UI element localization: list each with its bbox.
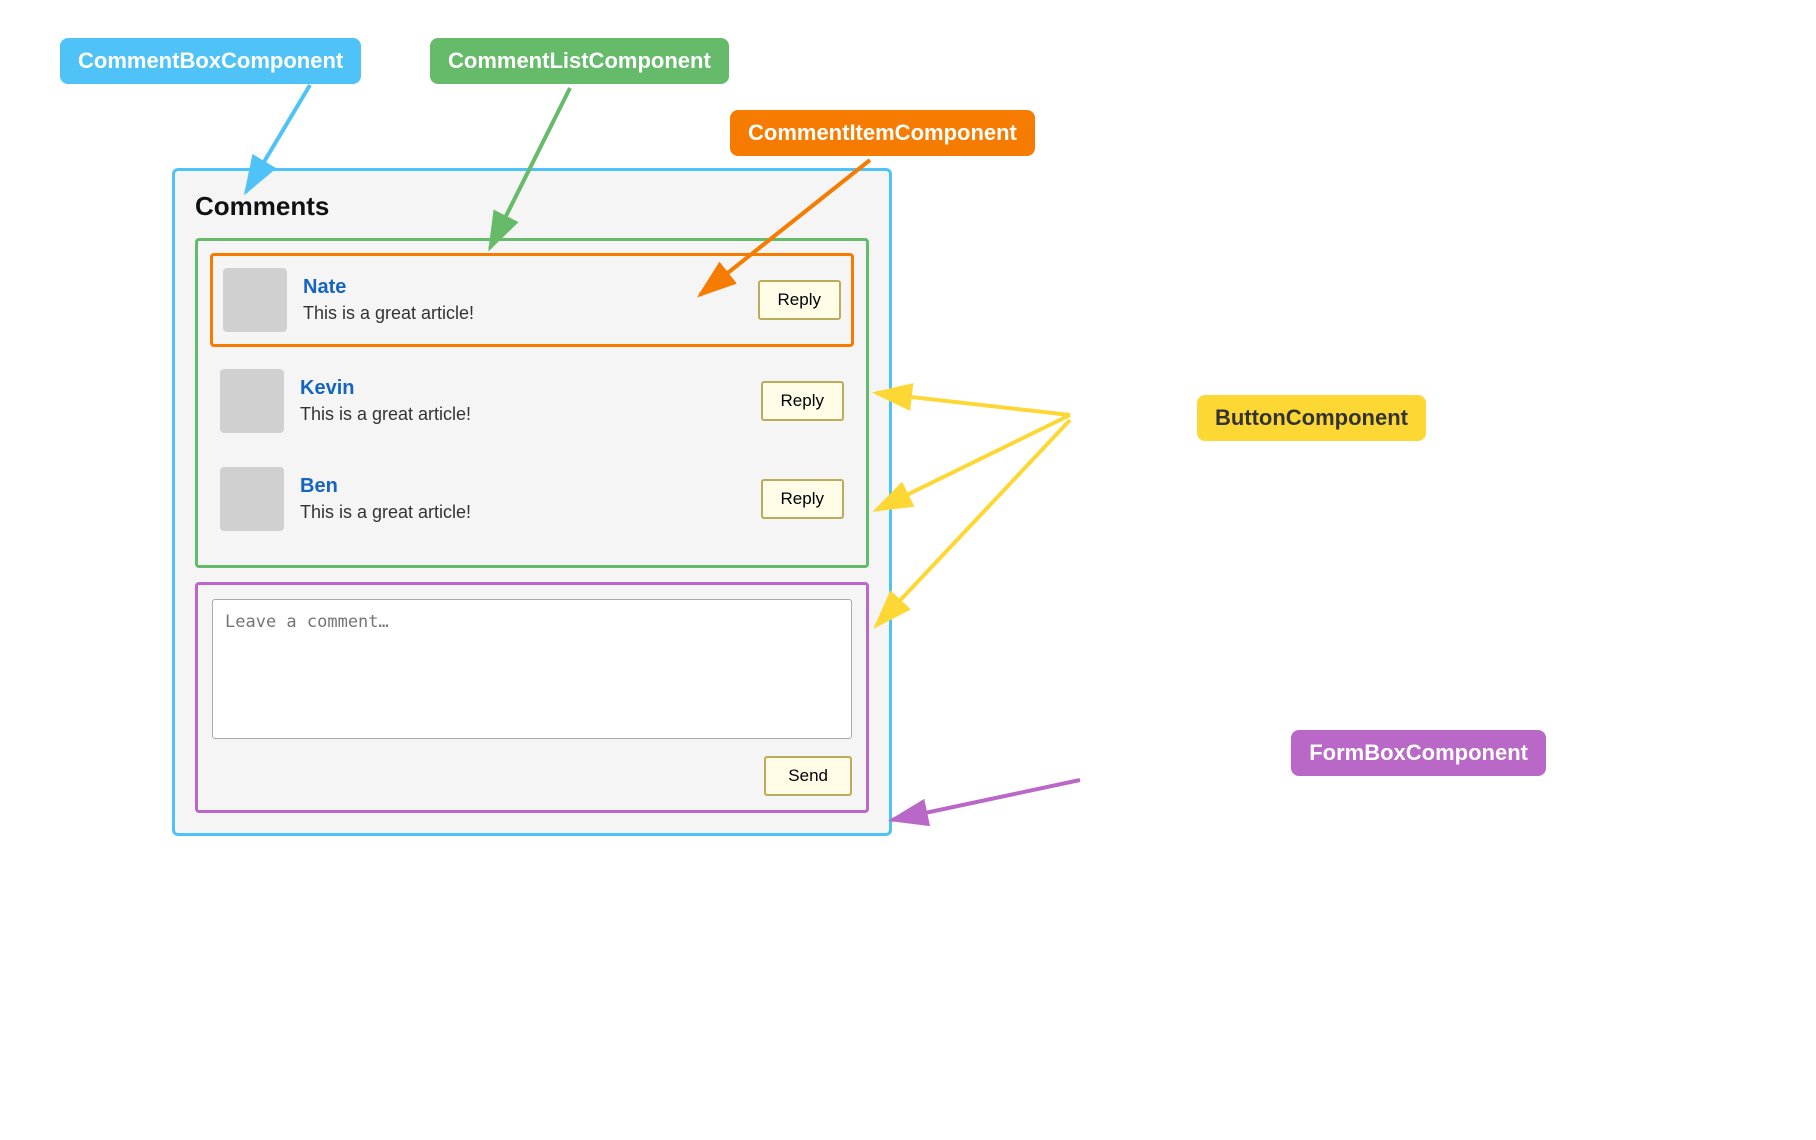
reply-button-nate[interactable]: Reply <box>758 280 841 320</box>
reply-button-ben[interactable]: Reply <box>761 479 844 519</box>
comment-content-ben: Ben This is a great article! <box>300 475 749 523</box>
comment-text-kevin: This is a great article! <box>300 404 749 425</box>
comment-list-label: CommentListComponent <box>430 38 729 84</box>
reply-button-kevin[interactable]: Reply <box>761 381 844 421</box>
comment-author-kevin: Kevin <box>300 377 749 400</box>
comment-item-ben: Ben This is a great article! Reply <box>210 455 854 543</box>
form-send-row: Send <box>212 756 852 796</box>
comments-heading: Comments <box>195 191 869 222</box>
button-component-label: ButtonComponent <box>1197 395 1426 441</box>
avatar-nate <box>223 268 287 332</box>
comment-text-ben: This is a great article! <box>300 502 749 523</box>
comment-text-nate: This is a great article! <box>303 303 746 324</box>
avatar-ben <box>220 467 284 531</box>
form-box-component: Send <box>195 582 869 813</box>
comment-box-label: CommentBoxComponent <box>60 38 361 84</box>
comment-content-kevin: Kevin This is a great article! <box>300 377 749 425</box>
comment-item-kevin: Kevin This is a great article! Reply <box>210 357 854 445</box>
comment-item-label: CommentItemComponent <box>730 110 1035 156</box>
comment-author-ben: Ben <box>300 475 749 498</box>
comment-item-nate: Nate This is a great article! Reply <box>210 253 854 347</box>
send-button[interactable]: Send <box>764 756 852 796</box>
comment-author-nate: Nate <box>303 276 746 299</box>
formbox-label: FormBoxComponent <box>1291 730 1546 776</box>
comment-textarea[interactable] <box>212 599 852 739</box>
comment-content-nate: Nate This is a great article! <box>303 276 746 324</box>
avatar-kevin <box>220 369 284 433</box>
comment-list-component: Nate This is a great article! Reply Kevi… <box>195 238 869 568</box>
comment-box-component: Comments Nate This is a great article! R… <box>172 168 892 836</box>
